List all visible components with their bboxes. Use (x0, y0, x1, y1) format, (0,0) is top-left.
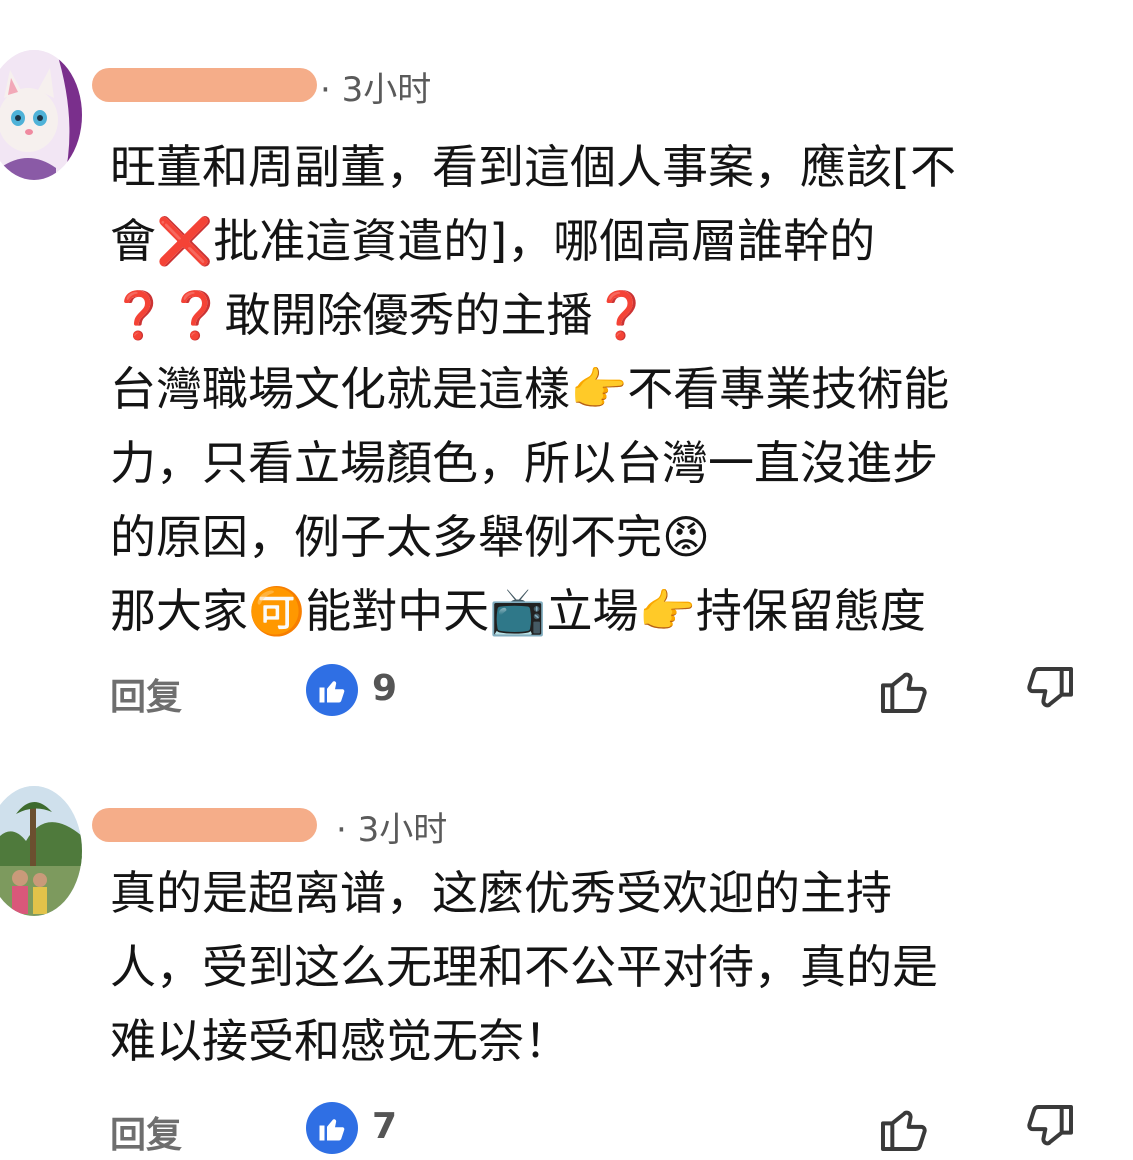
avatar[interactable] (0, 50, 82, 180)
comments-page: · 3小时 旺董和周副董，看到這個人事案，應該[不 會❌批准這資遣的]，哪個高層… (0, 0, 1133, 1160)
comment-timestamp: · 3小时 (336, 810, 448, 850)
comment-header: · 3小时 (92, 790, 592, 850)
comment-header: · 3小时 (92, 50, 592, 110)
redacted-username (92, 808, 317, 842)
thumbs-up-icon (306, 664, 358, 716)
comment-actions: 回复 9 (110, 660, 1090, 720)
thumbs-up-outline-icon[interactable] (876, 662, 932, 718)
thumbs-up-icon (306, 1102, 358, 1154)
like-count: 7 (372, 1106, 398, 1147)
thumbs-up-outline-icon[interactable] (876, 1100, 932, 1156)
comment-text: 真的是超离谱，这麼优秀受欢迎的主持 人，受到这么无理和不公平对待，真的是 难以接… (110, 866, 938, 1068)
avatar[interactable] (0, 786, 82, 916)
thumbs-down-outline-icon[interactable] (1022, 662, 1078, 718)
like-count: 9 (372, 668, 398, 709)
thumbs-down-outline-icon[interactable] (1022, 1100, 1078, 1156)
comment-timestamp: · 3小时 (320, 70, 432, 110)
reply-button[interactable]: 回复 (110, 668, 182, 720)
comment-actions: 回复 7 (110, 1098, 1090, 1158)
comment-text: 旺董和周副董，看到這個人事案，應該[不 會❌批准這資遣的]，哪個高層誰幹的 ❓❓… (110, 140, 956, 638)
reply-button[interactable]: 回复 (110, 1106, 182, 1158)
redacted-username (92, 68, 317, 102)
